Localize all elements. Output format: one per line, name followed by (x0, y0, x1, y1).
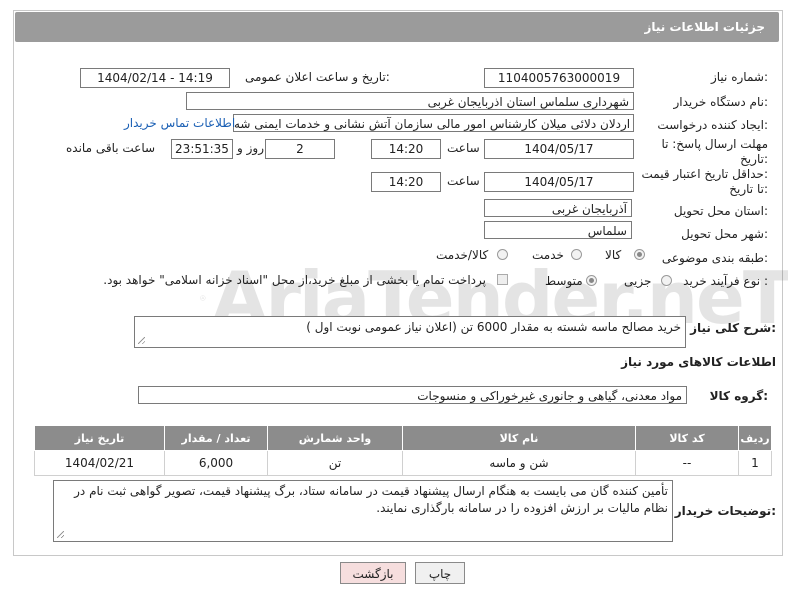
print-button[interactable]: چاپ (415, 562, 465, 584)
col-item-name: نام کالا (402, 425, 636, 451)
purchase-process-label: نوع فرآیند خرید : (683, 274, 768, 288)
remaining-time: 23:51:35 (171, 139, 233, 159)
need-number-label: شماره نیاز: (710, 70, 768, 84)
buyer-notes-label: توضیحات خریدار: (674, 504, 776, 518)
reply-deadline-time: 14:20 (371, 139, 441, 159)
category-option-goods: کالا (605, 248, 622, 262)
delivery-province-label: استان محل تحویل: (673, 204, 768, 218)
remaining-days: 2 (265, 139, 335, 159)
treasury-payment-note: پرداخت تمام یا بخشی از مبلغ خرید،از محل … (103, 273, 486, 287)
description-text: خرید مصالح ماسه شسته به مقدار 6000 تن (ا… (306, 320, 681, 334)
description-label: شرح کلی نیاز: (690, 321, 776, 335)
cell-unit: تن (267, 450, 403, 476)
goods-table-header: ردیف کد کالا نام کالا واحد شمارش تعداد /… (34, 425, 772, 451)
col-row-no: ردیف (738, 425, 772, 451)
cell-row-no: 1 (738, 450, 772, 476)
description-textarea[interactable]: خرید مصالح ماسه شسته به مقدار 6000 تن (ا… (134, 316, 686, 348)
reply-deadline-label-1: مهلت ارسال پاسخ: تا (661, 137, 768, 151)
category-radio-goods[interactable] (634, 249, 645, 260)
days-label: روز و (237, 141, 264, 155)
reply-deadline-date: 1404/05/17 (484, 139, 634, 159)
panel-header: جزئیات اطلاعات نیاز (15, 12, 779, 42)
price-validity-label-1: حداقل تاریخ اعتبار قیمت: (641, 167, 768, 181)
col-unit: واحد شمارش (267, 425, 403, 451)
resize-handle-icon[interactable] (57, 531, 64, 538)
reply-deadline-time-label: ساعت (447, 141, 480, 155)
buyer-notes-textarea[interactable]: تأمین کننده گان می بایست به هنگام ارسال … (53, 480, 673, 542)
process-radio-medium[interactable] (586, 275, 597, 286)
goods-table: ردیف کد کالا نام کالا واحد شمارش تعداد /… (34, 425, 772, 476)
cell-item-code: -- (635, 450, 739, 476)
goods-group-label: گروه کالا: (709, 389, 768, 403)
category-option-service: خدمت (532, 248, 564, 262)
category-option-both: کالا/خدمت (436, 248, 489, 262)
process-option-minor: جزیی (624, 274, 652, 288)
delivery-city-field: سلماس (484, 221, 632, 239)
delivery-province-field: آذربایجان غربی (484, 199, 632, 217)
col-quantity: تعداد / مقدار (164, 425, 268, 451)
col-item-code: کد کالا (635, 425, 739, 451)
announce-datetime-label: تاریخ و ساعت اعلان عمومی: (245, 70, 390, 84)
resize-handle-icon[interactable] (138, 337, 145, 344)
cell-need-date: 1404/02/21 (34, 450, 165, 476)
announce-datetime-field: 1404/02/14 - 14:19 (80, 68, 230, 88)
treasury-payment-checkbox[interactable] (497, 274, 508, 285)
need-number-field: 1104005763000019 (484, 68, 634, 88)
category-radio-service[interactable] (571, 249, 582, 260)
buyer-org-label: نام دستگاه خریدار: (673, 95, 769, 109)
process-radio-minor[interactable] (661, 275, 672, 286)
goods-group-field: مواد معدنی، گیاهی و جانوری غیرخوراکی و م… (138, 386, 687, 404)
cell-item-name: شن و ماسه (402, 450, 636, 476)
buyer-org-field: شهرداری سلماس استان اذربایجان غربی (186, 92, 634, 110)
category-label: طبقه بندی موضوعی: (661, 251, 768, 265)
col-need-date: تاریخ نیاز (34, 425, 165, 451)
price-validity-date: 1404/05/17 (484, 172, 634, 192)
buyer-contact-link[interactable]: اطلاعات تماس خریدار (124, 116, 235, 130)
buyer-notes-text: تأمین کننده گان می بایست به هنگام ارسال … (74, 484, 668, 515)
remaining-label: ساعت باقی مانده (66, 141, 156, 155)
requester-label: ایجاد کننده درخواست: (657, 118, 768, 132)
goods-section-title: اطلاعات کالاهای مورد نیاز (621, 355, 776, 369)
table-row: 1 -- شن و ماسه تن 6,000 1404/02/21 (34, 450, 772, 476)
price-validity-time: 14:20 (371, 172, 441, 192)
process-option-medium: متوسط (545, 274, 583, 288)
page-title: جزئیات اطلاعات نیاز (644, 20, 765, 34)
cell-quantity: 6,000 (164, 450, 268, 476)
price-validity-label-2: تا تاریخ: (729, 182, 768, 196)
delivery-city-label: شهر محل تحویل: (681, 227, 768, 241)
requester-field: اردلان دلائی میلان کارشناس امور مالی ساز… (233, 114, 634, 132)
category-radio-both[interactable] (497, 249, 508, 260)
back-button[interactable]: بازگشت (340, 562, 406, 584)
reply-deadline-label-2: تاریخ: (740, 152, 768, 166)
price-validity-time-label: ساعت (447, 174, 480, 188)
